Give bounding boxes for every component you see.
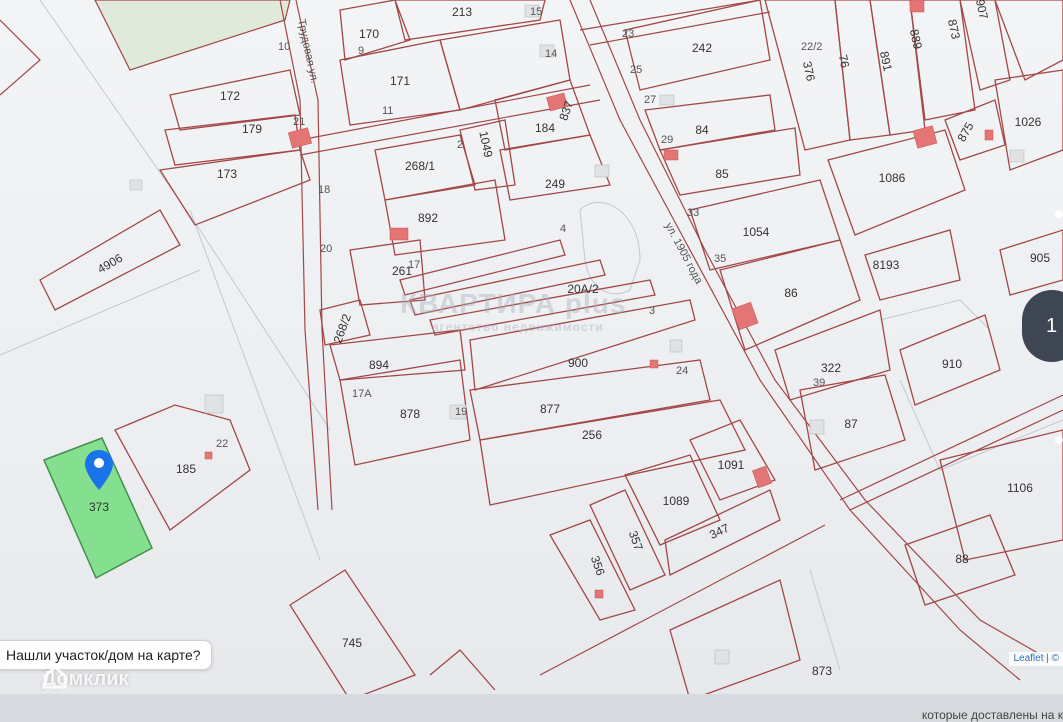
parcel-label: 20А/2 — [567, 282, 599, 296]
house-number-label: 24 — [676, 365, 688, 377]
parcel-label: 8193 — [873, 258, 900, 272]
house-number-label: 9 — [358, 45, 364, 57]
parcel-label: 1091 — [718, 458, 745, 472]
house-number-label: 19 — [455, 406, 467, 418]
house-number-label: 20 — [320, 243, 332, 255]
leaflet-attribution-link[interactable]: Leaflet | © — [1009, 652, 1063, 666]
house-number-label: 22 — [216, 438, 228, 450]
parcel-label: 249 — [545, 177, 565, 191]
street-label-trudovaya: Трудовая ул. — [295, 18, 320, 84]
parcel-label: 179 — [242, 122, 262, 136]
park-area — [94, 0, 291, 71]
street-label-1905: ул. 1905 года — [662, 221, 705, 287]
side-panel-handle[interactable]: 1 — [1022, 290, 1063, 362]
parcel-label: 878 — [400, 407, 420, 421]
bottom-strip — [0, 694, 1063, 722]
background-lines — [0, 0, 1063, 671]
parcel-label: 877 — [540, 402, 560, 416]
parcel-label: 745 — [342, 636, 362, 650]
parcel-label: 184 — [535, 121, 555, 135]
page-dot — [1055, 210, 1063, 218]
parcel-label: 1106 — [1007, 481, 1033, 495]
house-number-label: 18 — [318, 184, 330, 196]
house-number-label: 33 — [687, 207, 699, 219]
parcel-label: 171 — [390, 74, 410, 88]
house-number-label: 21 — [293, 116, 305, 128]
house-number-label: 3 — [649, 305, 655, 317]
parcel-label: 907 — [973, 0, 991, 21]
parcel-label: 322 — [821, 361, 841, 375]
map-canvas[interactable]: 213 170 171 242 376 76 891 889 873 907 172 179 173 49… — [0, 0, 1063, 722]
house-number-label: 15 — [530, 6, 542, 18]
cadastral-map[interactable]: 213170171242376 76 891889 87390717217917349… — [0, 0, 1063, 722]
parcel-label: 356 — [588, 554, 608, 578]
parcel-label: 894 — [369, 358, 389, 372]
house-number-label: 17А — [352, 388, 372, 400]
roads — [0, 0, 1063, 681]
house-number-label: 10 — [278, 41, 290, 53]
parcel-label: 910 — [942, 357, 962, 371]
house-number-label: 11 — [382, 105, 393, 117]
house-number-label: 27 — [644, 94, 656, 106]
parcel-label: 84 — [695, 123, 709, 137]
house-number-label: 35 — [714, 253, 726, 265]
house-number-label: 17 — [408, 259, 420, 271]
parcel-label: 900 — [568, 356, 588, 370]
parcel-label: 213 — [452, 5, 472, 19]
parcel-label: 892 — [418, 211, 438, 225]
house-number-label: 39 — [813, 377, 825, 389]
parcel-label: 256 — [582, 428, 602, 442]
parcel-label: 87 — [844, 417, 858, 431]
parcel-labels: 213170171242376 76 891889 87390717217917349… — [89, 0, 1050, 678]
home-icon — [43, 664, 67, 689]
parcel-label: 1049 — [476, 130, 495, 159]
buildings — [204, 0, 994, 599]
house-number-label: 22/2 — [801, 41, 822, 53]
parcel-label: 173 — [217, 167, 237, 181]
parcel-label: 873 — [812, 664, 832, 678]
parcel-label: 86 — [784, 286, 798, 300]
parcel-label: 268/2 — [331, 312, 355, 345]
parcel-label: 376 — [800, 60, 818, 83]
parcel-label: 373 — [89, 500, 109, 514]
parcel-label: 873 — [945, 18, 963, 41]
parcel-label: 875 — [954, 120, 976, 145]
house-number-label: 25 — [630, 64, 642, 76]
parcel-label: 4906 — [95, 251, 125, 277]
parcel-label: 172 — [220, 89, 240, 103]
parcel-label: 1086 — [879, 171, 906, 185]
parcel-label: 88 — [955, 552, 969, 566]
parcel-label: 357 — [626, 529, 646, 553]
parcel-label: 242 — [692, 41, 712, 55]
parcel-label: 889 — [907, 28, 925, 51]
parcel-label: 85 — [715, 167, 729, 181]
parcel-label: 170 — [359, 27, 379, 41]
house-number-label: 4 — [560, 223, 566, 235]
brand-logo: Домклик — [42, 664, 129, 694]
house-number-label: 14 — [545, 48, 557, 60]
parcel-label: 76 — [836, 53, 853, 69]
house-number-label: 29 — [661, 134, 673, 146]
bottom-caption: которые доставлены на к — [921, 708, 1063, 722]
parcel-label: 1026 — [1015, 115, 1042, 129]
parcel-label: 268/1 — [405, 159, 435, 173]
side-handle-text: 1 — [1046, 314, 1058, 337]
house-number-label: 2 — [457, 139, 463, 151]
page-dot — [1055, 436, 1063, 444]
parcel-label: 1054 — [743, 225, 770, 239]
parcel-label: 1089 — [663, 494, 690, 508]
parcel-label: 905 — [1030, 251, 1050, 265]
house-number-label: 23 — [622, 28, 634, 40]
parcel-label: 185 — [176, 462, 196, 476]
